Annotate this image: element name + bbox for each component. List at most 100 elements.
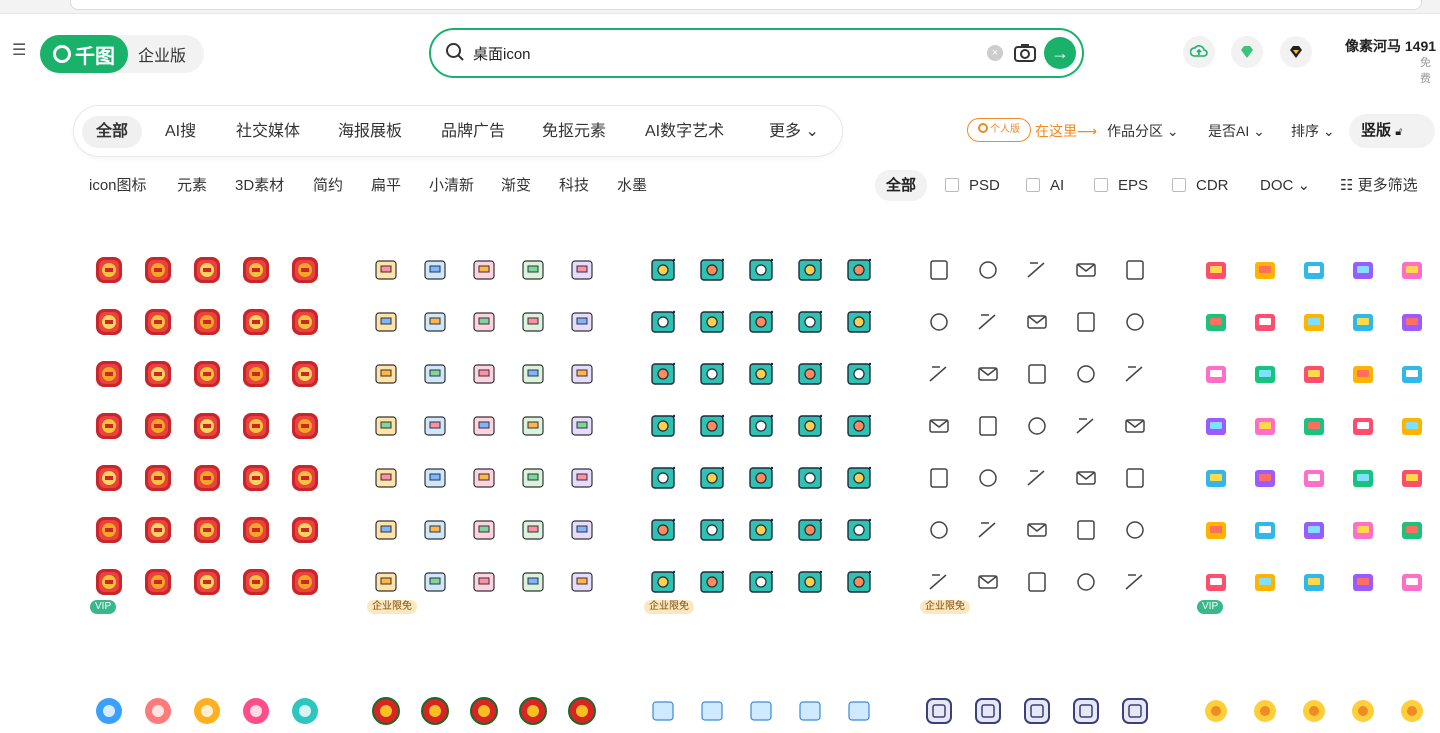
icon-thumbnail xyxy=(924,463,954,493)
icon-thumbnail xyxy=(648,359,678,389)
icon-thumbnail xyxy=(1022,255,1052,285)
camera-search-icon[interactable] xyxy=(1013,41,1037,65)
sort-filter[interactable]: 排序 ⌄ xyxy=(1291,118,1335,144)
icon-set-card-next[interactable] xyxy=(365,694,625,728)
icon-thumbnail xyxy=(844,307,874,337)
search-input[interactable] xyxy=(473,38,973,68)
search-submit-button[interactable]: → xyxy=(1044,37,1076,69)
icon-thumbnail xyxy=(567,307,597,337)
icon-thumbnail xyxy=(143,411,173,441)
icon-thumbnail xyxy=(1071,359,1101,389)
icon-thumbnail xyxy=(1022,411,1052,441)
icon-thumbnail xyxy=(567,359,597,389)
checkbox[interactable] xyxy=(1172,178,1186,192)
tag-icon[interactable]: icon图标 xyxy=(89,176,147,196)
icon-thumbnail xyxy=(973,463,1003,493)
icon-thumbnail xyxy=(290,411,320,441)
menu-icon[interactable]: ☰ xyxy=(12,43,28,59)
tag-fresh[interactable]: 小清新 xyxy=(429,176,474,196)
category-ai-search[interactable]: AI搜 xyxy=(165,116,196,148)
icon-thumbnail xyxy=(1397,359,1427,389)
format-eps[interactable]: EPS xyxy=(1094,176,1148,196)
icon-thumbnail xyxy=(420,359,450,389)
tag-simple[interactable]: 简约 xyxy=(313,176,343,196)
checkbox[interactable] xyxy=(945,178,959,192)
category-all[interactable]: 全部 xyxy=(82,116,143,148)
tag-ink[interactable]: 水墨 xyxy=(617,176,647,196)
icon-thumbnail xyxy=(420,515,450,545)
svip-button[interactable] xyxy=(1280,36,1312,68)
icon-thumbnail xyxy=(1348,696,1378,726)
tag-3d[interactable]: 3D素材 xyxy=(235,176,284,196)
icon-set-card[interactable]: 企业限免 xyxy=(365,238,625,618)
icon-thumbnail xyxy=(648,463,678,493)
icon-thumbnail xyxy=(1201,255,1231,285)
format-all[interactable]: 全部 xyxy=(875,170,927,201)
icon-thumbnail xyxy=(469,696,499,726)
category-brand[interactable]: 品牌广告 xyxy=(441,116,505,148)
tag-flat[interactable]: 扁平 xyxy=(371,176,401,196)
icon-thumbnail xyxy=(1071,696,1101,726)
category-nav: 全部 AI搜 社交媒体 海报展板 品牌广告 免抠元素 AI数字艺术 更多 ⌄ xyxy=(73,105,843,157)
icon-thumbnail xyxy=(1120,515,1150,545)
icon-thumbnail xyxy=(192,696,222,726)
icon-thumbnail xyxy=(1120,307,1150,337)
vertical-toggle[interactable]: 竖版 🔓︎ xyxy=(1349,114,1435,148)
format-cdr[interactable]: CDR xyxy=(1172,176,1229,196)
checkbox[interactable] xyxy=(1094,178,1108,192)
search-icon xyxy=(446,43,464,61)
icon-thumbnail xyxy=(1397,411,1427,441)
tag-tech[interactable]: 科技 xyxy=(559,176,589,196)
category-ai-art[interactable]: AI数字艺术 xyxy=(645,116,724,148)
icon-thumbnail xyxy=(1201,411,1231,441)
icon-thumbnail xyxy=(1071,567,1101,597)
format-doc[interactable]: DOC ⌄ xyxy=(1260,176,1310,196)
icon-thumbnail xyxy=(143,255,173,285)
icon-thumbnail xyxy=(192,567,222,597)
icon-thumbnail xyxy=(1250,567,1280,597)
icon-thumbnail xyxy=(371,411,401,441)
icon-thumbnail xyxy=(518,463,548,493)
tag-gradient[interactable]: 渐变 xyxy=(501,176,531,196)
here-link[interactable]: 在这里⟶ xyxy=(1035,118,1097,144)
category-cutout[interactable]: 免抠元素 xyxy=(542,116,606,148)
icon-thumbnail xyxy=(1348,255,1378,285)
icon-thumbnail xyxy=(1299,411,1329,441)
checkbox[interactable] xyxy=(1026,178,1040,192)
icon-set-card[interactable]: 企业限免 xyxy=(918,238,1178,618)
user-name[interactable]: 像素河马 1491 xyxy=(1345,36,1436,56)
icon-thumbnail xyxy=(1250,411,1280,441)
logo[interactable]: 千图 企业版 xyxy=(40,35,204,73)
icon-thumbnail xyxy=(420,307,450,337)
icon-thumbnail xyxy=(697,255,727,285)
format-ai[interactable]: AI xyxy=(1026,176,1064,196)
clear-icon[interactable]: × xyxy=(987,45,1003,61)
icon-thumbnail xyxy=(1201,463,1231,493)
category-poster[interactable]: 海报展板 xyxy=(338,116,402,148)
upload-button[interactable] xyxy=(1183,36,1215,68)
icon-thumbnail xyxy=(290,515,320,545)
category-more[interactable]: 更多 ⌄ xyxy=(769,116,819,148)
icon-thumbnail xyxy=(518,567,548,597)
icon-thumbnail xyxy=(518,696,548,726)
icon-set-card[interactable]: VIP xyxy=(1195,238,1440,618)
ai-filter[interactable]: 是否AI ⌄ xyxy=(1208,118,1265,144)
category-social[interactable]: 社交媒体 xyxy=(236,116,300,148)
vip-button[interactable] xyxy=(1231,36,1263,68)
icon-set-card-next[interactable] xyxy=(1195,694,1440,728)
icon-set-card-next[interactable] xyxy=(918,694,1178,728)
icon-set-card[interactable]: VIP xyxy=(88,238,348,618)
personal-edition-badge[interactable]: 个人版 xyxy=(967,118,1031,142)
enterprise-free-badge: 企业限免 xyxy=(644,600,694,614)
enterprise-label[interactable]: 企业版 xyxy=(138,42,186,66)
more-filters-button[interactable]: ☷ 更多筛选 xyxy=(1340,176,1418,196)
zone-filter[interactable]: 作品分区 ⌄ xyxy=(1107,118,1179,144)
vip-badge: VIP xyxy=(90,600,117,614)
icon-set-card-next[interactable] xyxy=(642,694,902,728)
icon-thumbnail xyxy=(1397,696,1427,726)
format-psd[interactable]: PSD xyxy=(945,176,1000,196)
icon-set-card-next[interactable] xyxy=(88,694,348,728)
icon-thumbnail xyxy=(1299,307,1329,337)
icon-set-card[interactable]: 企业限免 xyxy=(642,238,902,618)
tag-element[interactable]: 元素 xyxy=(177,176,207,196)
